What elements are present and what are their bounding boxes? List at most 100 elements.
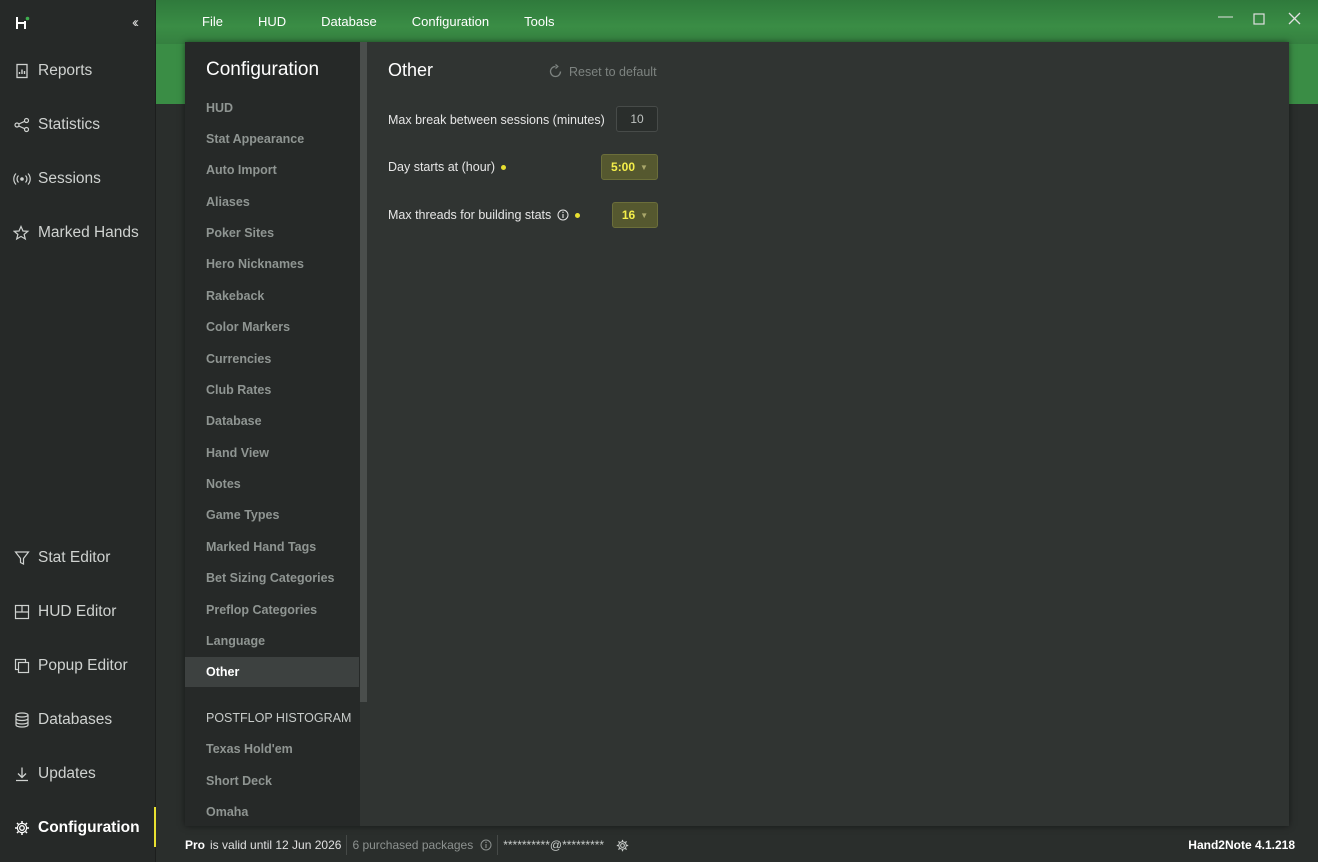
account-email[interactable]: **********@********* [503, 838, 604, 852]
reset-icon [549, 64, 562, 78]
config-item-marked-hand-tags[interactable]: Marked Hand Tags [185, 532, 359, 562]
menu-database[interactable]: Database [321, 14, 377, 29]
max-threads-label: Max threads for building stats [388, 208, 581, 222]
menu-hud[interactable]: HUD [258, 14, 286, 29]
status-bar: Pro is valid until 12 Jun 2026 6 purchas… [185, 833, 1295, 857]
nav-item-stat-editor[interactable]: Stat Editor [0, 543, 156, 573]
config-item-hero-nicknames[interactable]: Hero Nicknames [185, 249, 359, 279]
postflop-histogram-header: POSTFLOP HISTOGRAM [206, 711, 352, 725]
config-item-rakeback[interactable]: Rakeback [185, 281, 359, 311]
info-icon[interactable] [557, 209, 569, 221]
license-plan: Pro [185, 838, 206, 852]
day-starts-label-text: Day starts at (hour) [388, 160, 495, 174]
info-icon[interactable] [480, 839, 492, 851]
day-starts-label: Day starts at (hour) [388, 160, 506, 174]
hud-editor-icon [13, 603, 31, 621]
collapse-nav-icon[interactable]: ‹‹ [132, 14, 139, 31]
reset-to-default-button[interactable]: Reset to default [548, 64, 657, 79]
background-strip-right [1289, 44, 1318, 104]
menu-tools[interactable]: Tools [524, 14, 554, 29]
nav-item-databases[interactable]: Databases [0, 705, 156, 735]
nav-label-popup-editor: Popup Editor [38, 657, 128, 674]
status-divider [497, 835, 499, 855]
config-item-short-deck[interactable]: Short Deck [185, 766, 359, 796]
config-item-texas-holdem[interactable]: Texas Hold'em [185, 734, 359, 764]
day-starts-select[interactable]: 5:00 ▼ [601, 154, 658, 180]
configuration-list: Configuration HUD Stat Appearance Auto I… [185, 42, 360, 826]
star-icon [13, 224, 31, 242]
reset-label: Reset to default [569, 64, 657, 79]
max-break-input[interactable]: 10 [616, 106, 658, 132]
config-item-stat-appearance[interactable]: Stat Appearance [185, 124, 359, 154]
nav-label-hud-editor: HUD Editor [38, 603, 117, 620]
background-strip-left [156, 44, 185, 104]
config-item-poker-sites[interactable]: Poker Sites [185, 218, 359, 248]
close-icon[interactable] [1288, 12, 1301, 29]
nav-label-sessions: Sessions [38, 170, 101, 187]
config-item-notes[interactable]: Notes [185, 469, 359, 499]
menu-bar: File HUD Database Configuration Tools [202, 14, 589, 29]
maximize-icon[interactable] [1253, 12, 1265, 29]
config-item-club-rates[interactable]: Club Rates [185, 375, 359, 405]
max-threads-label-text: Max threads for building stats [388, 208, 552, 222]
config-item-other[interactable]: Other [185, 657, 359, 687]
status-divider [346, 835, 348, 855]
config-item-auto-import[interactable]: Auto Import [185, 155, 359, 185]
config-item-language[interactable]: Language [185, 626, 359, 656]
config-item-hand-view[interactable]: Hand View [185, 438, 359, 468]
reports-icon [13, 62, 31, 80]
config-item-currencies[interactable]: Currencies [185, 344, 359, 374]
max-break-label: Max break between sessions (minutes) [388, 113, 605, 127]
config-item-database[interactable]: Database [185, 406, 359, 436]
config-item-omaha[interactable]: Omaha [185, 797, 359, 827]
menu-configuration[interactable]: Configuration [412, 14, 489, 29]
nav-item-configuration[interactable]: Configuration [0, 807, 156, 847]
app-version: Hand2Note 4.1.218 [1188, 838, 1295, 852]
nav-label-stat-editor: Stat Editor [38, 549, 111, 566]
nav-label-reports: Reports [38, 62, 93, 79]
chevron-down-icon: ▼ [640, 210, 649, 220]
nav-item-sessions[interactable]: Sessions [0, 164, 156, 194]
config-item-game-types[interactable]: Game Types [185, 500, 359, 530]
license-validity: is valid until 12 Jun 2026 [210, 838, 342, 852]
nav-label-statistics: Statistics [38, 116, 101, 133]
max-break-label-text: Max break between sessions (minutes) [388, 113, 605, 127]
config-item-aliases[interactable]: Aliases [185, 187, 359, 217]
config-item-bet-sizing-categories[interactable]: Bet Sizing Categories [185, 563, 359, 593]
modified-indicator-dot [575, 212, 581, 218]
nav-item-popup-editor[interactable]: Popup Editor [0, 651, 156, 681]
database-icon [13, 711, 31, 729]
app-logo-icon [16, 16, 30, 29]
popup-editor-icon [13, 657, 31, 675]
download-icon [13, 765, 31, 783]
nav-item-reports[interactable]: Reports [0, 56, 156, 86]
config-list-scrollbar[interactable] [360, 42, 367, 702]
max-threads-value: 16 [621, 208, 636, 222]
gear-icon[interactable] [616, 839, 629, 852]
left-navigation: ‹‹ Reports Statistics Sessions Marked Ha… [0, 0, 156, 862]
sessions-icon [13, 170, 31, 188]
max-threads-select[interactable]: 16 ▼ [612, 202, 658, 228]
minimize-icon[interactable]: — [1218, 8, 1233, 25]
config-item-preflop-categories[interactable]: Preflop Categories [185, 595, 359, 625]
chevron-down-icon: ▼ [640, 162, 648, 172]
configuration-panel: Configuration HUD Stat Appearance Auto I… [185, 42, 1289, 826]
filter-icon [13, 549, 31, 567]
nav-item-marked-hands[interactable]: Marked Hands [0, 218, 156, 248]
nav-item-hud-editor[interactable]: HUD Editor [0, 597, 156, 627]
page-title: Other [388, 60, 434, 80]
nav-item-statistics[interactable]: Statistics [0, 110, 156, 140]
max-break-value: 10 [630, 112, 644, 126]
menu-file[interactable]: File [202, 14, 223, 29]
modified-indicator-dot [500, 164, 506, 170]
nav-label-configuration: Configuration [38, 819, 140, 836]
config-item-hud[interactable]: HUD [185, 93, 359, 123]
nav-label-updates: Updates [38, 765, 96, 782]
purchased-packages[interactable]: 6 purchased packages [352, 838, 473, 852]
config-item-color-markers[interactable]: Color Markers [185, 312, 359, 342]
nav-item-updates[interactable]: Updates [0, 759, 156, 789]
nav-label-marked-hands: Marked Hands [38, 224, 139, 241]
title-bar: File HUD Database Configuration Tools — [156, 0, 1318, 44]
configuration-title: Configuration [206, 59, 320, 80]
statistics-icon [13, 116, 31, 134]
